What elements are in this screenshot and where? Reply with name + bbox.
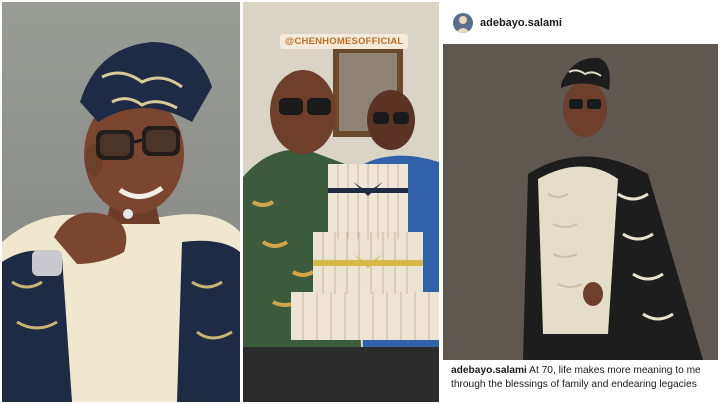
money-cake-illustration: [243, 2, 439, 402]
post-username[interactable]: adebayo.salami: [480, 17, 562, 29]
agbada-portrait-illustration: [443, 44, 718, 360]
right-instagram-post: adebayo.salami adebayo.salami At 70, lif…: [443, 2, 718, 402]
avatar-icon: [456, 16, 470, 33]
caption-username[interactable]: adebayo.salami: [451, 365, 527, 376]
story-mention-tag[interactable]: @CHENHOMESOFFICIAL: [280, 34, 409, 49]
avatar[interactable]: [453, 13, 473, 33]
middle-story-photo: @CHENHOMESOFFICIAL: [243, 2, 439, 402]
post-caption: adebayo.salami At 70, life makes more me…: [451, 364, 718, 392]
post-photo: [443, 44, 718, 360]
left-portrait-photo: [2, 2, 240, 402]
post-header: adebayo.salami: [443, 2, 718, 44]
portrait-illustration: [2, 42, 240, 402]
